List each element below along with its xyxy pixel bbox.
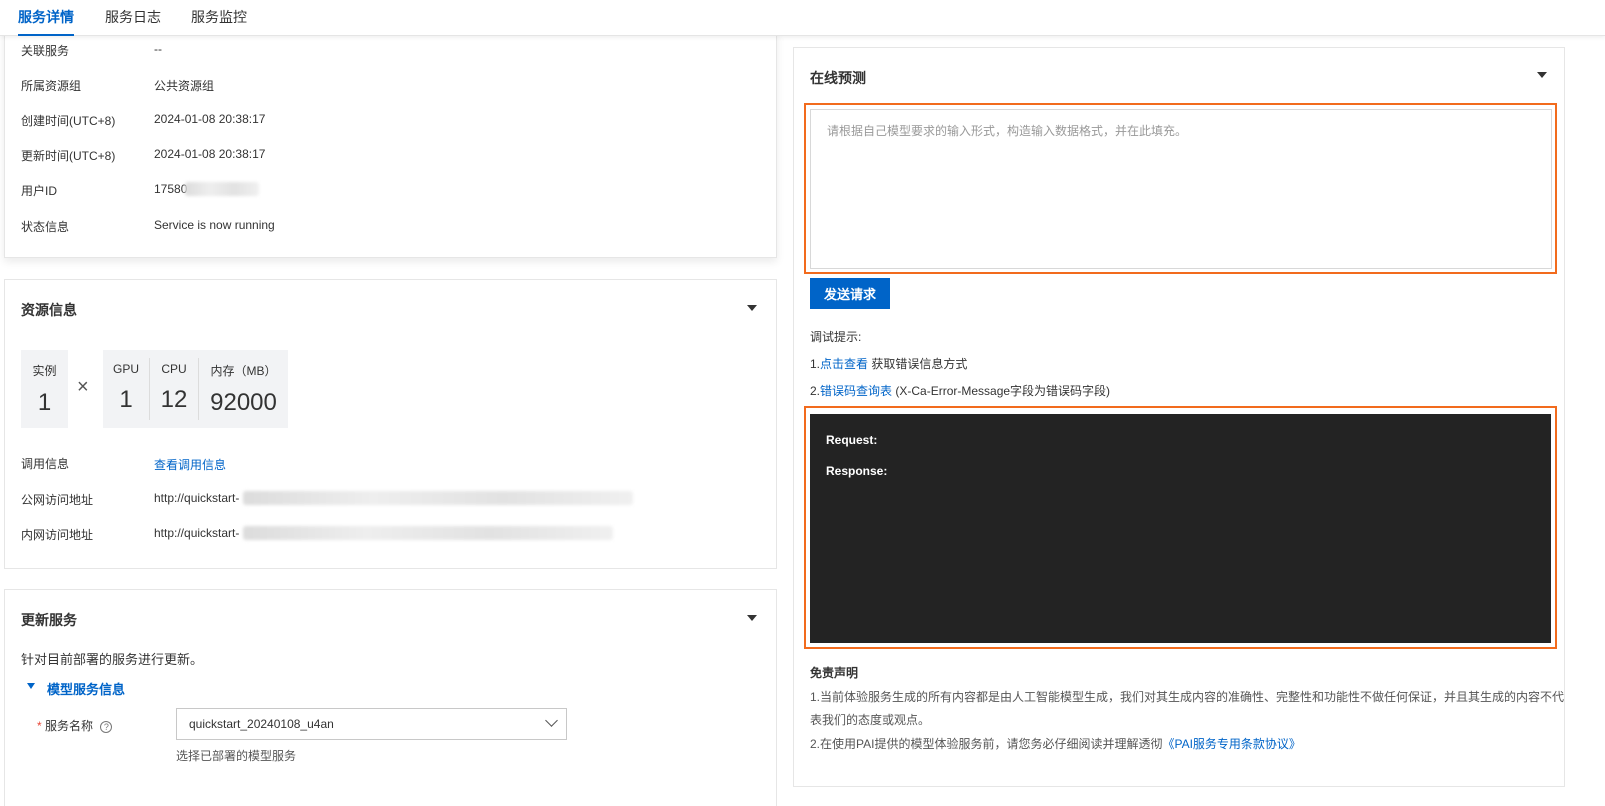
private-endpoint-label: 内网访问地址 — [21, 528, 94, 542]
update-service-description: 针对目前部署的服务进行更新。 — [21, 652, 204, 667]
created-time-value: 2024-01-08 20:38:17 — [154, 112, 266, 126]
response-label: Response: — [826, 464, 888, 478]
debug-tip-1: 1.点击查看 获取错误信息方式 — [810, 357, 968, 371]
update-service-title: 更新服务 — [21, 612, 77, 628]
collapse-caret-icon[interactable] — [747, 305, 757, 311]
user-id-label: 用户ID — [21, 184, 58, 198]
public-endpoint-value: http://quickstart- — [154, 491, 240, 505]
related-service-value: -- — [154, 42, 162, 56]
request-label: Request: — [826, 433, 878, 447]
service-name-label-row: * 服务名称 ? — [37, 717, 113, 734]
tab-service-details[interactable]: 服务详情 — [18, 0, 74, 36]
service-name-select[interactable]: quickstart_20240108_u4an — [176, 708, 567, 740]
gpu-label: GPU — [112, 362, 139, 376]
basic-info-card: 关联服务 -- 所属资源组 公共资源组 创建时间(UTC+8) 2024-01-… — [4, 30, 777, 258]
redacted-user-id — [185, 182, 259, 196]
debug-tips-title: 调试提示: — [810, 330, 862, 344]
send-request-button[interactable]: 发送请求 — [810, 278, 890, 309]
invoke-info-label: 调用信息 — [21, 457, 70, 471]
redacted-private-endpoint — [243, 526, 613, 540]
section-expand-icon[interactable] — [27, 683, 35, 689]
required-mark: * — [37, 719, 42, 733]
disclaimer-line-1-cont: 表我们的态度或观点。 — [810, 713, 931, 727]
disclaimer-title: 免责声明 — [810, 666, 859, 680]
collapse-caret-icon[interactable] — [1537, 72, 1547, 78]
private-endpoint-value: http://quickstart- — [154, 526, 240, 540]
resource-info-title: 资源信息 — [21, 302, 77, 318]
multiply-icon: × — [77, 376, 89, 398]
disclaimer-line-1: 1.当前体验服务生成的所有内容都是由人工智能模型生成，我们对其生成内容的准确性、… — [810, 690, 1565, 704]
cpu-value: 12 — [160, 386, 188, 413]
tab-service-monitoring[interactable]: 服务监控 — [191, 0, 247, 36]
service-name-value: quickstart_20240108_u4an — [189, 717, 334, 731]
resource-group-label: 所属资源组 — [21, 79, 82, 93]
resource-group-value: 公共资源组 — [154, 79, 215, 93]
gpu-value: 1 — [119, 386, 133, 413]
tab-service-logs[interactable]: 服务日志 — [105, 0, 161, 36]
debug-tip-2: 2.错误码查询表 (X-Ca-Error-Message字段为错误码字段) — [810, 384, 1111, 398]
redacted-public-endpoint — [243, 491, 633, 505]
public-endpoint-label: 公网访问地址 — [21, 493, 94, 507]
status-value: Service is now running — [154, 218, 275, 232]
user-id-value: 17580 — [154, 182, 188, 196]
updated-time-value: 2024-01-08 20:38:17 — [154, 147, 266, 161]
help-icon[interactable]: ? — [100, 720, 113, 733]
view-invoke-info-link[interactable]: 查看调用信息 — [154, 456, 226, 473]
service-name-hint: 选择已部署的模型服务 — [176, 749, 297, 763]
pai-terms-link[interactable]: 《PAI服务专用条款协议》 — [1162, 737, 1300, 751]
related-service-label: 关联服务 — [21, 44, 70, 58]
instances-box: 实例 1 — [21, 350, 68, 428]
online-predict-card: 在线预测 发送请求 调试提示: 1.点击查看 获取错误信息方式 2.错误码查询表… — [793, 47, 1565, 787]
tab-bar: 服务详情 服务日志 服务监控 — [0, 0, 1605, 36]
online-predict-title: 在线预测 — [810, 70, 866, 86]
memory-value: 92000 — [210, 389, 277, 416]
updated-time-label: 更新时间(UTC+8) — [21, 149, 116, 163]
instances-value: 1 — [37, 389, 52, 416]
resource-info-card: 资源信息 实例 1 × GPU 1 CPU 12 内存（MB） 92000 调用… — [4, 279, 777, 569]
predict-input[interactable] — [810, 109, 1552, 269]
instances-label: 实例 — [32, 364, 57, 378]
response-console: Request: Response: — [810, 414, 1551, 643]
cpu-label: CPU — [161, 362, 187, 376]
service-name-label: 服务名称 — [45, 719, 94, 733]
disclaimer-line-2: 2.在使用PAI提供的模型体验服务前，请您务必仔细阅读并理解透彻《PAI服务专用… — [810, 737, 1301, 751]
view-error-info-link[interactable]: 点击查看 — [820, 357, 868, 371]
error-code-table-link[interactable]: 错误码查询表 — [820, 384, 892, 398]
chevron-down-icon — [545, 714, 558, 727]
created-time-label: 创建时间(UTC+8) — [21, 114, 116, 128]
model-service-section-title[interactable]: 模型服务信息 — [47, 679, 125, 698]
collapse-caret-icon[interactable] — [747, 615, 757, 621]
spec-box: GPU 1 CPU 12 内存（MB） 92000 — [103, 350, 288, 428]
status-label: 状态信息 — [21, 220, 70, 234]
memory-label: 内存（MB） — [210, 364, 277, 378]
update-service-card: 更新服务 针对目前部署的服务进行更新。 模型服务信息 * 服务名称 ? quic… — [4, 589, 777, 806]
